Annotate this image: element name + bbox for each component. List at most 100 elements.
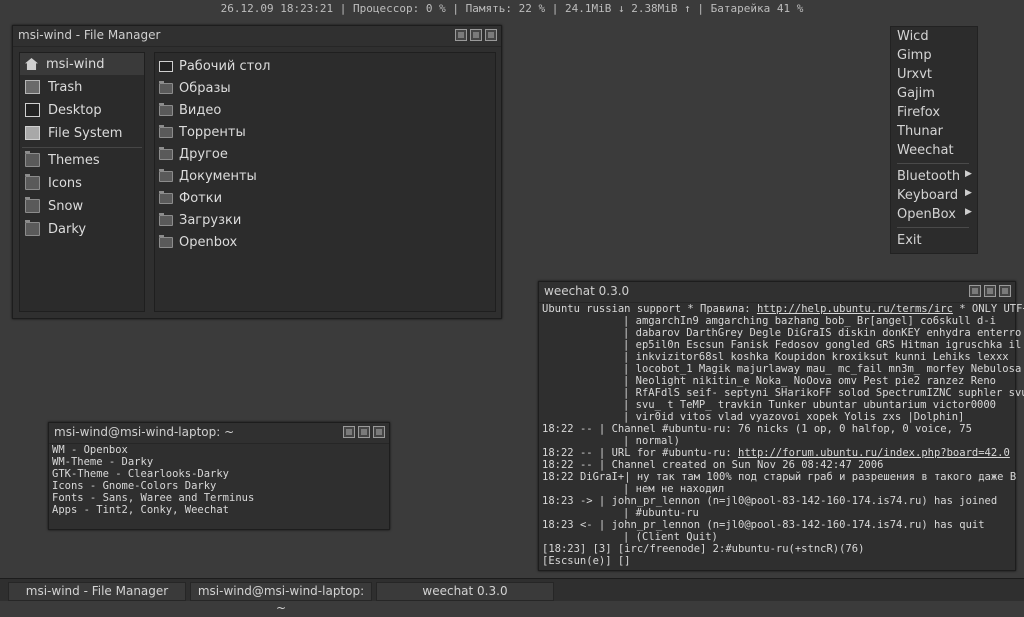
sidebar-item-label: Desktop — [48, 102, 102, 118]
desktop-icon — [159, 60, 173, 72]
file-name: Образы — [179, 80, 231, 96]
list-item[interactable]: Фотки — [159, 188, 222, 208]
folder-icon — [159, 234, 173, 248]
list-item[interactable]: Образы — [159, 78, 231, 98]
list-item[interactable]: Документы — [159, 166, 257, 186]
folder-icon — [159, 168, 173, 182]
forum-link[interactable]: http://forum.ubuntu.ru/index.php?board=4… — [738, 447, 1010, 459]
terminal-window: msi-wind@msi-wind-laptop: ~ WM - Openbox… — [48, 422, 390, 530]
sidebar-item-label: File System — [48, 125, 123, 141]
sidebar-item-label: msi-wind — [46, 56, 105, 72]
sidebar-item-trash[interactable]: Trash — [20, 76, 144, 98]
weechat-titlebar[interactable]: weechat 0.3.0 — [539, 282, 1015, 303]
file-name: Фотки — [179, 190, 223, 206]
file-manager-window: msi-wind - File Manager msi-wind Trash D… — [12, 25, 502, 319]
sidebar-item-icons[interactable]: Icons — [20, 172, 144, 194]
menu-item-label: OpenBox — [897, 207, 956, 222]
folder-icon — [159, 124, 173, 138]
menu-item-weechat[interactable]: Weechat — [897, 143, 954, 158]
openbox-root-menu: Wicd Gimp Urxvt Gajim Firefox Thunar Wee… — [890, 26, 978, 254]
minimize-button[interactable] — [455, 29, 467, 41]
taskbar-item-weechat[interactable]: weechat 0.3.0 — [376, 582, 554, 601]
sidebar-item-label: Snow — [48, 198, 84, 214]
nicklist-line: | RfAFdlS seif- septyni SHarikoFF solod … — [623, 387, 1024, 399]
folder-icon — [25, 174, 40, 190]
file-name: Рабочий стол — [179, 58, 271, 74]
minimize-button[interactable] — [969, 285, 981, 297]
menu-item-exit[interactable]: Exit — [897, 233, 922, 248]
close-button[interactable] — [373, 426, 385, 438]
chat-message: 18:23 <- | john_pr_lennon (n=jl0@pool-83… — [542, 519, 985, 531]
sidebar-item-label: Trash — [48, 79, 83, 95]
sidebar-item-label: Themes — [48, 152, 100, 168]
channel-topic: Ubuntu russian support * Правила: http:/… — [542, 303, 1024, 315]
sidebar-item-darky[interactable]: Darky — [20, 218, 144, 240]
menu-item-bluetooth[interactable]: Bluetooth ▶ — [897, 169, 972, 184]
weechat-window: weechat 0.3.0 Ubuntu russian support * П… — [538, 281, 1024, 571]
terminal-line: WM-Theme - Darky — [52, 456, 154, 468]
trash-icon — [25, 80, 40, 94]
list-item[interactable]: Другое — [159, 144, 228, 164]
chat-message: | нем не находил — [623, 483, 725, 495]
list-item[interactable]: Рабочий стол — [159, 56, 270, 76]
minimize-button[interactable] — [343, 426, 355, 438]
menu-item-firefox[interactable]: Firefox — [897, 105, 940, 120]
terminal-line: GTK-Theme - Clearlooks-Darky — [52, 468, 230, 480]
menu-item-urxvt[interactable]: Urxvt — [897, 67, 932, 82]
nicklist-line: | Neolight nikitin_e Noka_ NoOova omv Pe… — [623, 375, 996, 387]
sidebar-item-home[interactable]: msi-wind — [20, 53, 144, 75]
maximize-button[interactable] — [984, 285, 996, 297]
menu-item-openbox[interactable]: OpenBox ▶ — [897, 207, 972, 222]
menu-item-keyboard[interactable]: Keyboard ▶ — [897, 188, 972, 203]
terminal-line: Icons - Gnome-Colors Darky — [52, 480, 217, 492]
sidebar-item-label: Icons — [48, 175, 82, 191]
maximize-button[interactable] — [358, 426, 370, 438]
file-manager-titlebar[interactable]: msi-wind - File Manager — [13, 26, 501, 47]
system-status-bar: 26.12.09 18:23:21 | Процессор: 0 % | Пам… — [220, 2, 804, 15]
list-item[interactable]: Openbox — [159, 232, 237, 252]
nicklist-line: | svu_ t TeMP_ travkin Tunker ubuntar ub… — [623, 399, 996, 411]
sidebar-divider — [22, 147, 142, 148]
close-button[interactable] — [999, 285, 1011, 297]
nicklist-line: | locobot_1 Magik majurlaway mau_ mc_fai… — [623, 363, 1022, 375]
maximize-button[interactable] — [470, 29, 482, 41]
topic-link[interactable]: http://help.ubuntu.ru/terms/irc — [757, 303, 953, 315]
menu-separator — [897, 163, 969, 164]
list-item[interactable]: Торренты — [159, 122, 246, 142]
taskbar-item-file-manager[interactable]: msi-wind - File Manager — [8, 582, 186, 601]
submenu-arrow-icon: ▶ — [965, 188, 972, 198]
folder-icon — [159, 212, 173, 226]
submenu-arrow-icon: ▶ — [965, 207, 972, 217]
menu-item-thunar[interactable]: Thunar — [897, 124, 943, 139]
folder-icon — [159, 102, 173, 116]
places-sidebar: msi-wind Trash Desktop File System Theme… — [19, 52, 145, 312]
window-title: weechat 0.3.0 — [544, 284, 630, 298]
list-item[interactable]: Видео — [159, 100, 221, 120]
sidebar-item-desktop[interactable]: Desktop — [20, 99, 144, 121]
sidebar-item-snow[interactable]: Snow — [20, 195, 144, 217]
home-icon — [25, 58, 38, 70]
sidebar-item-themes[interactable]: Themes — [20, 149, 144, 171]
menu-item-wicd[interactable]: Wicd — [897, 29, 929, 44]
taskbar-item-terminal[interactable]: msi-wind@msi-wind-laptop: ~ — [190, 582, 372, 615]
nicklist-line: | vir0id vitos vlad vyazovoi xopek Yolis… — [623, 411, 965, 423]
nicklist-line: | dabarov DarthGrey Degle DiGraIS diskin… — [623, 327, 1022, 339]
close-button[interactable] — [485, 29, 497, 41]
chat-message: 18:22 -- | URL for #ubuntu-ru: http://fo… — [542, 447, 1010, 459]
menu-item-gajim[interactable]: Gajim — [897, 86, 935, 101]
folder-icon — [25, 151, 40, 167]
file-name: Видео — [179, 102, 222, 118]
chat-message: | #ubuntu-ru — [623, 507, 699, 519]
list-item[interactable]: Загрузки — [159, 210, 241, 230]
terminal-titlebar[interactable]: msi-wind@msi-wind-laptop: ~ — [49, 423, 389, 444]
sidebar-item-filesystem[interactable]: File System — [20, 122, 144, 144]
sidebar-item-label: Darky — [48, 221, 87, 237]
desktop-icon — [25, 103, 40, 117]
nicklist-line: | inkvizitor68sl koshka Koupidon kroxiks… — [623, 351, 1009, 363]
weechat-input-line[interactable]: [Escsun(e)] [] — [542, 555, 631, 567]
window-title: msi-wind@msi-wind-laptop: ~ — [54, 425, 235, 439]
menu-item-gimp[interactable]: Gimp — [897, 48, 932, 63]
folder-icon — [159, 80, 173, 94]
terminal-line: WM - Openbox — [52, 444, 128, 456]
terminal-line: Fonts - Sans, Waree and Terminus — [52, 492, 255, 504]
